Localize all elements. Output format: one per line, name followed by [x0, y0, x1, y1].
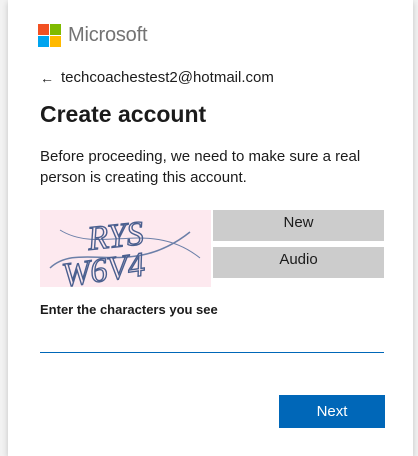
- microsoft-logo: Microsoft: [38, 24, 148, 47]
- logo-square-green: [50, 24, 61, 35]
- page-description: Before proceeding, we need to make sure …: [40, 148, 361, 186]
- audio-captcha-button[interactable]: Audio: [213, 247, 384, 278]
- page-title: Create account: [40, 101, 207, 127]
- back-arrow-icon[interactable]: ←: [40, 70, 54, 86]
- captcha-prompt-label: Enter the characters you see: [40, 302, 218, 317]
- captcha-text-line2: W6V4: [60, 246, 147, 287]
- microsoft-squares-icon: [38, 24, 61, 47]
- captcha-graphic: RYS W6V4: [49, 214, 201, 287]
- logo-square-red: [38, 24, 49, 35]
- logo-square-yellow: [50, 36, 61, 47]
- logo-square-blue: [38, 36, 49, 47]
- captcha-image: RYS W6V4: [40, 210, 211, 287]
- new-captcha-button[interactable]: New: [213, 210, 384, 241]
- captcha-input[interactable]: [40, 326, 384, 353]
- next-button[interactable]: Next: [279, 395, 385, 428]
- identity-banner[interactable]: ← techcoachestest2@hotmail.com: [40, 69, 274, 86]
- identity-email: techcoachestest2@hotmail.com: [61, 69, 274, 86]
- signup-card: Microsoft ← techcoachestest2@hotmail.com…: [8, 0, 413, 456]
- brand-name: Microsoft: [68, 24, 148, 46]
